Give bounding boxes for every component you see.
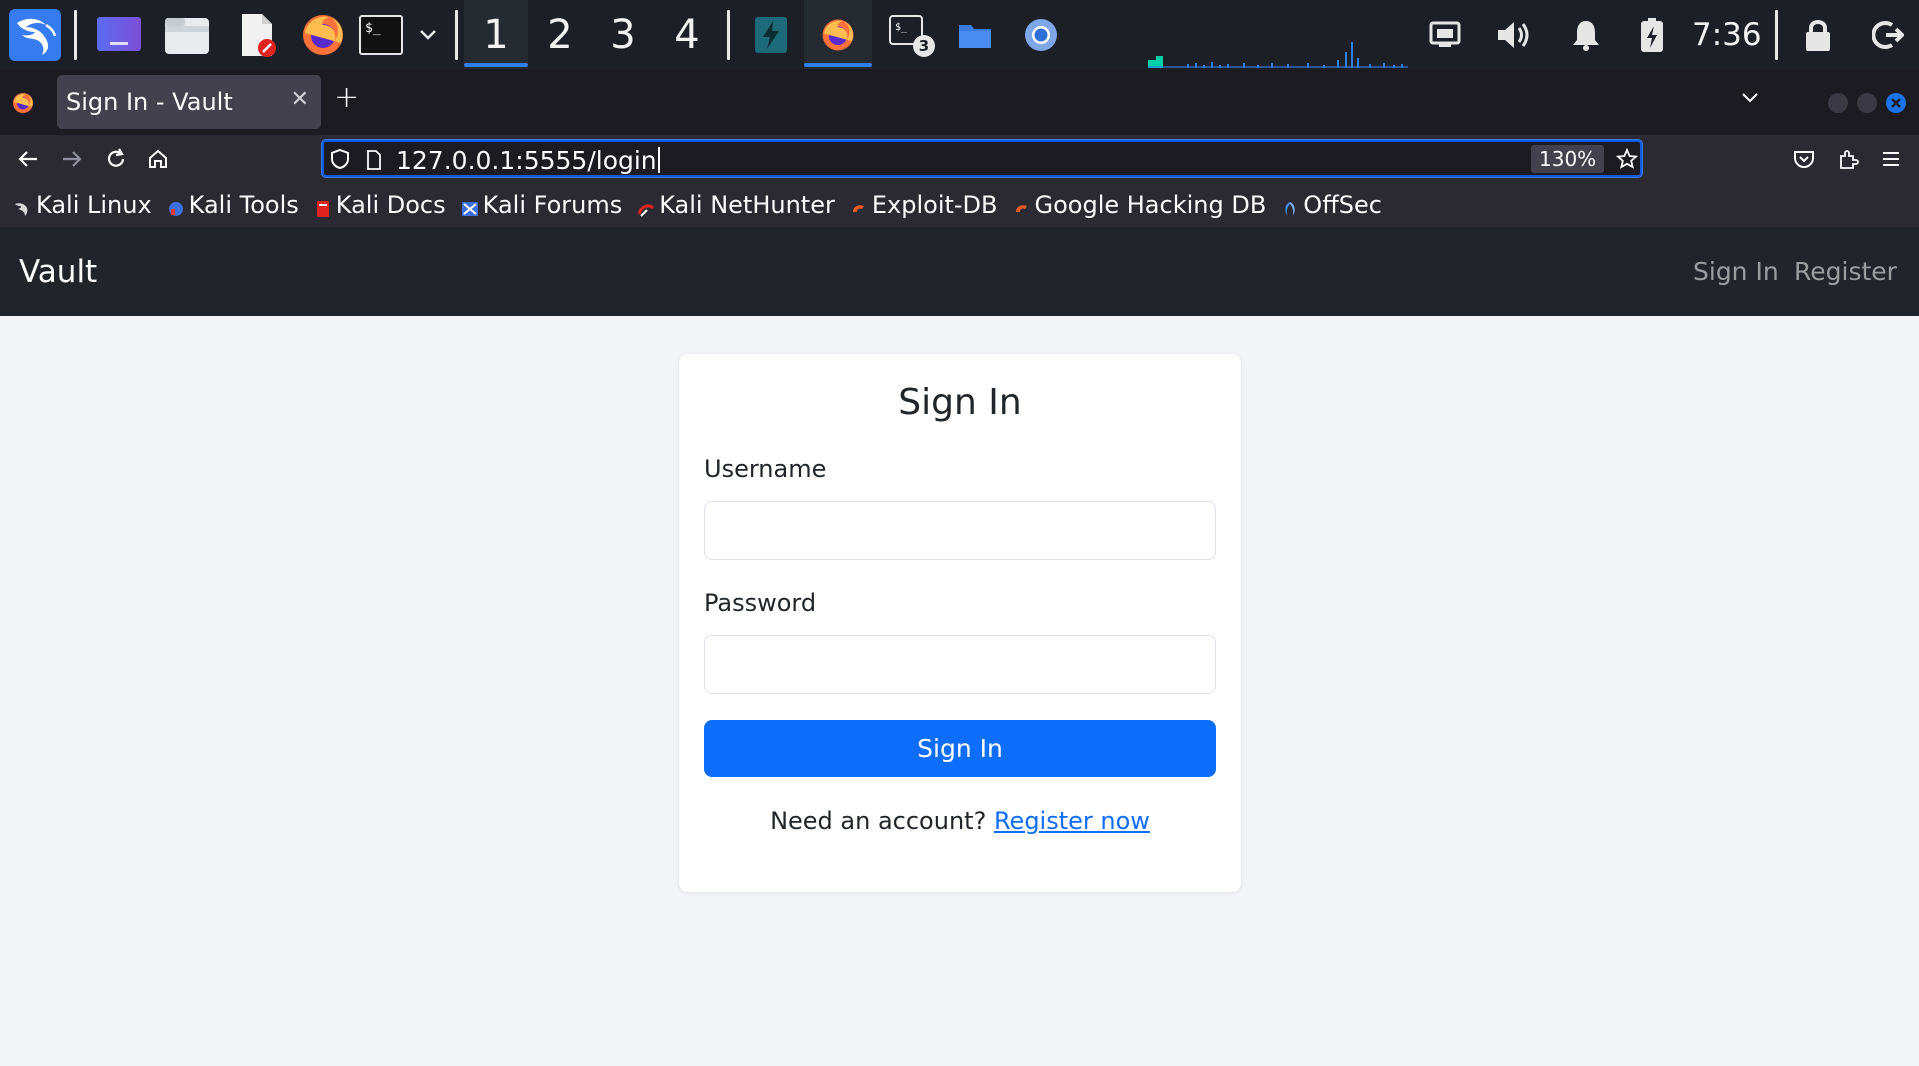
workspace-4[interactable]: 4 (655, 0, 719, 69)
text-editor-icon[interactable] (232, 0, 282, 69)
password-field[interactable] (704, 635, 1216, 694)
home-icon[interactable] (141, 142, 175, 176)
task-zap-icon[interactable] (744, 0, 798, 69)
notifications-bell-icon[interactable] (1566, 0, 1606, 69)
bookmark-kali-nethunter[interactable]: Kali NetHunter (637, 191, 835, 219)
kali-forums-icon (461, 196, 479, 216)
battery-charging-icon[interactable] (1634, 0, 1670, 69)
bookmark-kali-tools[interactable]: Kali Tools (167, 191, 299, 219)
bookmark-kali-linux[interactable]: Kali Linux (14, 191, 152, 219)
logout-icon[interactable] (1868, 0, 1908, 69)
task-folder-icon[interactable] (950, 0, 1000, 69)
svg-text:$_: $_ (895, 22, 908, 33)
username-field[interactable] (704, 501, 1216, 560)
zoom-level[interactable]: 130% (1531, 145, 1605, 173)
nav-register-link[interactable]: Register (1794, 227, 1897, 316)
panel-separator (455, 10, 458, 60)
firefox-launcher-icon[interactable] (298, 0, 348, 69)
page-info-icon[interactable] (366, 150, 382, 170)
close-icon (1891, 98, 1901, 108)
bookmark-offsec[interactable]: OffSec (1281, 191, 1382, 219)
register-prompt-text: Need an account? (770, 807, 987, 835)
address-bar[interactable]: 127.0.0.1:5555/login 130% (321, 139, 1643, 178)
username-label: Username (704, 455, 827, 483)
tab-title: Sign In - Vault (66, 88, 233, 116)
offsec-icon (1281, 196, 1299, 216)
task-terminal-icon[interactable]: $_ 3 (884, 0, 938, 69)
google-hacking-db-icon (1013, 196, 1031, 214)
kali-dragon-icon (14, 196, 32, 216)
workspace-2[interactable]: 2 (528, 0, 592, 69)
bookmark-exploit-db[interactable]: Exploit-DB (850, 191, 998, 219)
kali-docs-icon (314, 196, 332, 217)
volume-icon[interactable] (1494, 0, 1534, 69)
workspace-3[interactable]: 3 (591, 0, 655, 69)
minimize-window-button[interactable] (1828, 93, 1848, 113)
panel-separator (727, 10, 730, 60)
lock-screen-icon[interactable] (1800, 0, 1836, 69)
panel-separator (74, 10, 77, 60)
firefox-view-icon[interactable] (12, 92, 34, 118)
close-tab-icon[interactable]: ✕ (291, 87, 309, 112)
bookmark-kali-docs[interactable]: Kali Docs (314, 191, 446, 219)
kali-tools-icon (167, 196, 185, 216)
reload-icon[interactable] (99, 142, 133, 176)
kali-nethunter-icon (637, 196, 655, 217)
sign-in-button[interactable]: Sign In (704, 720, 1216, 777)
kali-menu-icon[interactable] (6, 0, 64, 69)
bookmark-google-hacking-db[interactable]: Google Hacking DB (1013, 191, 1266, 219)
new-tab-icon[interactable]: + (334, 80, 359, 115)
pocket-icon[interactable] (1787, 142, 1821, 176)
list-all-tabs-icon[interactable] (1740, 90, 1760, 109)
site-navbar: Vault Sign In Register (0, 227, 1919, 316)
extensions-icon[interactable] (1831, 142, 1865, 176)
back-arrow-icon[interactable] (11, 142, 45, 176)
terminal-launcher-icon[interactable]: $_ (356, 0, 406, 69)
url-text[interactable]: 127.0.0.1:5555/login (396, 146, 660, 175)
password-label: Password (704, 589, 817, 617)
show-desktop-icon[interactable] (94, 0, 144, 69)
close-window-button[interactable] (1886, 93, 1906, 113)
register-prompt-line: Need an account? Register now (679, 807, 1241, 835)
nav-sign-in-link[interactable]: Sign In (1693, 227, 1779, 316)
task-firefox-icon[interactable] (804, 0, 872, 69)
panel-separator (1775, 10, 1778, 60)
bookmark-star-icon[interactable] (1616, 148, 1638, 170)
chevron-down-icon[interactable] (414, 0, 442, 69)
system-panel: $_ 1 2 3 4 $_ 3 7:36 (0, 0, 1919, 69)
login-title: Sign In (898, 382, 1022, 423)
forward-arrow-icon[interactable] (55, 142, 89, 176)
svg-text:$_: $_ (365, 21, 381, 36)
shield-icon[interactable] (330, 148, 350, 170)
task-chromium-icon[interactable] (1016, 0, 1066, 69)
hamburger-menu-icon[interactable] (1874, 142, 1908, 176)
register-now-link[interactable]: Register now (994, 807, 1150, 835)
bookmarks-bar: Kali Linux Kali Tools Kali Docs Kali For… (0, 183, 1919, 227)
maximize-window-button[interactable] (1857, 93, 1877, 113)
login-card: Sign In Username Password Sign In Need a… (679, 354, 1241, 892)
site-brand[interactable]: Vault (19, 227, 97, 316)
workspace-1[interactable]: 1 (464, 0, 528, 69)
panel-clock[interactable]: 7:36 (1692, 0, 1762, 69)
network-icon[interactable] (1425, 0, 1465, 69)
task-badge-count: 3 (919, 37, 929, 55)
cpu-graph (1148, 42, 1408, 68)
exploit-db-icon (850, 196, 868, 214)
bookmark-kali-forums[interactable]: Kali Forums (461, 191, 622, 219)
file-manager-icon[interactable] (162, 0, 212, 69)
tab-sign-in-vault[interactable]: Sign In - Vault ✕ (57, 75, 321, 129)
